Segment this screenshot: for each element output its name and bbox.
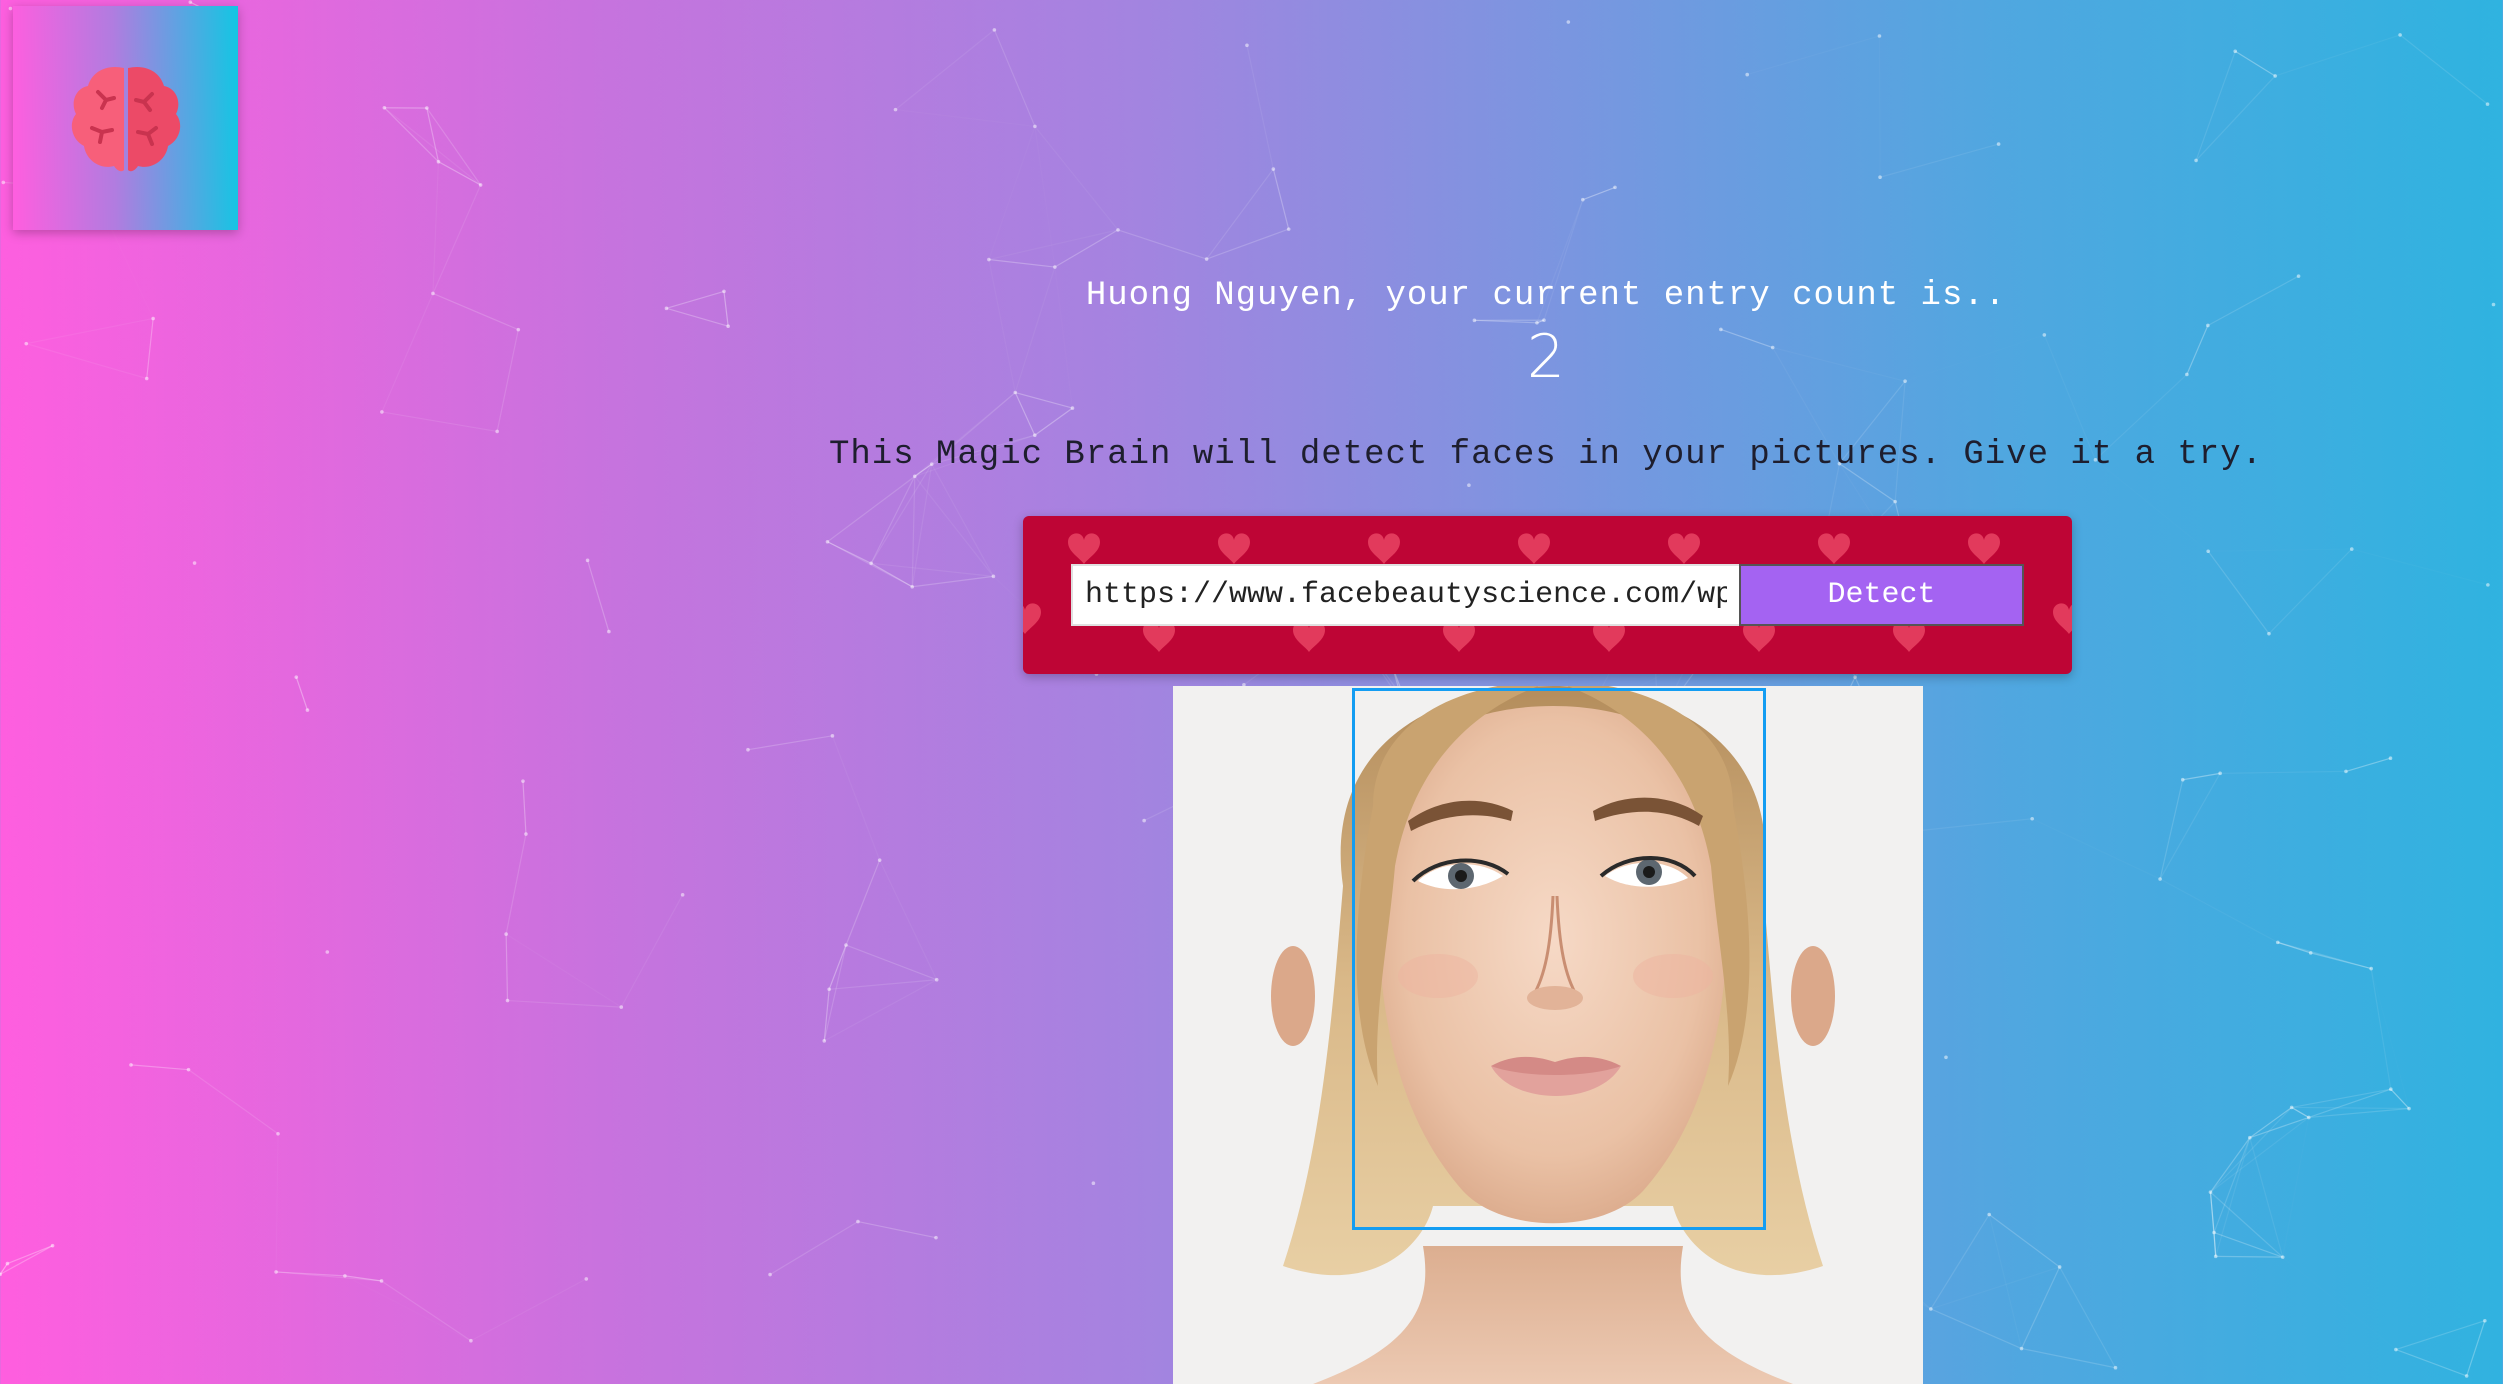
app-description: This Magic Brain will detect faces in yo… bbox=[828, 436, 2264, 474]
face-bounding-box bbox=[1352, 688, 1766, 1230]
logo[interactable] bbox=[13, 6, 238, 230]
detect-button[interactable]: Detect bbox=[1739, 564, 2024, 626]
image-url-input[interactable] bbox=[1071, 564, 1741, 626]
brain-icon bbox=[71, 66, 180, 172]
entry-count-message: Huong Nguyen, your current entry count i… bbox=[1085, 277, 2007, 315]
image-url-form: Detect bbox=[1023, 516, 2072, 674]
entry-count-value: 2 bbox=[1526, 322, 1566, 392]
